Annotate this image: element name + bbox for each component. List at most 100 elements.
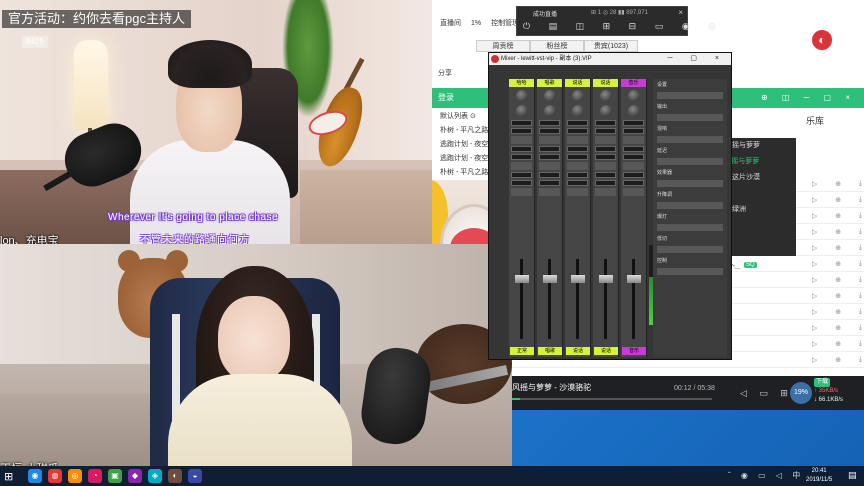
insert-slot[interactable] (567, 172, 588, 178)
taskbar-app-icon[interactable]: ▣ (108, 469, 122, 483)
channel-knob[interactable] (515, 90, 528, 102)
channel-knob[interactable] (543, 105, 556, 117)
top-tab[interactable]: 1% (471, 14, 481, 34)
insert-slot[interactable] (539, 136, 560, 144)
taskbar-app-icon[interactable]: ◔ (88, 469, 102, 483)
channel-knob[interactable] (571, 105, 584, 117)
taskbar-app-icon[interactable]: ◈ (148, 469, 162, 483)
insert-slot[interactable] (511, 188, 532, 196)
insert-slot[interactable] (539, 180, 560, 186)
row-actions[interactable]: ▷ ⊕ ⤓ (812, 336, 862, 352)
top-tab[interactable]: 直播间 (440, 14, 461, 34)
taskbar-app-icon[interactable]: ◉ (28, 469, 42, 483)
insert-slot[interactable] (623, 136, 644, 144)
insert-slot[interactable] (623, 120, 644, 126)
insert-slot[interactable] (595, 128, 616, 134)
insert-slot[interactable] (623, 146, 644, 152)
insert-slot[interactable] (539, 120, 560, 126)
insert-slot[interactable] (595, 162, 616, 170)
row-actions[interactable]: ▷ ⊕ ⤓ (812, 176, 862, 192)
notification-icon[interactable]: ▤ (848, 470, 857, 481)
share-link[interactable]: 分享 (438, 68, 452, 78)
insert-slot[interactable] (623, 162, 644, 170)
playlist-item[interactable]: 逃跑计划 - 夜空中 (432, 152, 494, 166)
insert-slot[interactable] (567, 162, 588, 170)
master-button[interactable] (657, 224, 723, 231)
channel-knob[interactable] (627, 105, 640, 117)
taskbar-app-icon[interactable]: ◒ (188, 469, 202, 483)
insert-slot[interactable] (511, 136, 532, 144)
volume-fader[interactable] (599, 275, 613, 283)
insert-slot[interactable] (539, 162, 560, 170)
playlist-item[interactable]: 朴树 - 平凡之路 (432, 166, 494, 180)
cpu-usage-ball[interactable]: 19% (790, 382, 812, 404)
row-actions[interactable]: ▷ ⊕ ⤓ (812, 288, 862, 304)
insert-slot[interactable] (567, 154, 588, 160)
channel-knob[interactable] (515, 105, 528, 117)
mixer-channel-strip[interactable]: 说话 说话 (593, 79, 619, 357)
insert-slot[interactable] (539, 188, 560, 196)
insert-slot[interactable] (511, 146, 532, 152)
window-controls[interactable]: ⊕ ◫ ─ ▢ × (761, 93, 856, 102)
mixer-channel-strip[interactable]: 哈哈 正常 (509, 79, 535, 357)
insert-slot[interactable] (567, 146, 588, 152)
insert-slot[interactable] (511, 172, 532, 178)
volume-fader[interactable] (543, 275, 557, 283)
mixer-channel-strip[interactable]: 说话 说话 (565, 79, 591, 357)
login-button[interactable]: 登录 (438, 92, 454, 103)
master-button[interactable] (657, 268, 723, 275)
insert-slot[interactable] (511, 154, 532, 160)
insert-slot[interactable] (623, 154, 644, 160)
toolbar-icons[interactable]: ⏻ ▤ ◫ ⊞ ⊟ ▭ ◉ ◎ (523, 21, 724, 32)
insert-slot[interactable] (595, 136, 616, 144)
insert-slot[interactable] (623, 128, 644, 134)
insert-slot[interactable] (511, 180, 532, 186)
tab-vip[interactable]: 贵宾(1023) (584, 40, 638, 52)
insert-slot[interactable] (623, 180, 644, 186)
channel-knob[interactable] (627, 90, 640, 102)
app-logo-icon[interactable]: ◐ (810, 28, 834, 52)
insert-slot[interactable] (539, 128, 560, 134)
row-actions[interactable]: ▷ ⊕ ⤓ (812, 192, 862, 208)
mixer-window[interactable]: Mixer - lewitt-vst-vip - 副本 (3).VIP ─ ▢ … (488, 52, 732, 360)
insert-slot[interactable] (595, 172, 616, 178)
master-button[interactable] (657, 246, 723, 253)
tab-weekly-rank[interactable]: 周贡榜 (476, 40, 530, 52)
insert-slot[interactable] (511, 128, 532, 134)
tab-fan-rank[interactable]: 粉丝榜 (530, 40, 584, 52)
taskbar-app-icon[interactable]: ◐ (168, 469, 182, 483)
channel-knob[interactable] (571, 90, 584, 102)
insert-slot[interactable] (595, 146, 616, 152)
mixer-titlebar[interactable]: Mixer - lewitt-vst-vip - 副本 (3).VIP ─ ▢ … (489, 53, 731, 65)
playlist-item[interactable]: 朴树 - 平凡之路 ( (432, 124, 494, 138)
channel-knob[interactable] (543, 90, 556, 102)
insert-slot[interactable] (539, 146, 560, 152)
row-actions[interactable]: ▷ ⊕ ⤓ (812, 208, 862, 224)
row-actions[interactable]: ▷ ⊕ ⤓ (812, 224, 862, 240)
master-button[interactable] (657, 92, 723, 99)
top-tab[interactable]: 控制管理 (491, 14, 519, 34)
playlist-item[interactable]: 逃跑计划 - 夜空中 (432, 138, 494, 152)
insert-slot[interactable] (595, 180, 616, 186)
insert-slot[interactable] (539, 154, 560, 160)
insert-slot[interactable] (623, 188, 644, 196)
progress-bar[interactable] (512, 398, 712, 400)
insert-slot[interactable] (511, 120, 532, 126)
volume-controls[interactable]: ◁ ▭ ⊞ (740, 388, 793, 399)
windows-start-icon[interactable]: ⊞ (4, 470, 13, 483)
row-actions[interactable]: ▷ ⊕ ⤓ (812, 272, 862, 288)
insert-slot[interactable] (567, 136, 588, 144)
taskbar-app-icon[interactable]: ◍ (48, 469, 62, 483)
row-actions[interactable]: ▷ ⊕ ⤓ (812, 352, 862, 368)
row-actions[interactable]: ▷ ⊕ ⤓ (812, 256, 862, 272)
insert-slot[interactable] (595, 120, 616, 126)
insert-slot[interactable] (595, 154, 616, 160)
row-actions[interactable]: ▷ ⊕ ⤓ (812, 240, 862, 256)
taskbar-app-icon[interactable]: ◆ (128, 469, 142, 483)
channel-knob[interactable] (599, 105, 612, 117)
insert-slot[interactable] (539, 172, 560, 178)
close-icon[interactable]: × (678, 8, 683, 17)
taskbar-app-icon[interactable]: ◎ (68, 469, 82, 483)
row-actions[interactable]: ▷ ⊕ ⤓ (812, 320, 862, 336)
master-button[interactable] (657, 180, 723, 187)
